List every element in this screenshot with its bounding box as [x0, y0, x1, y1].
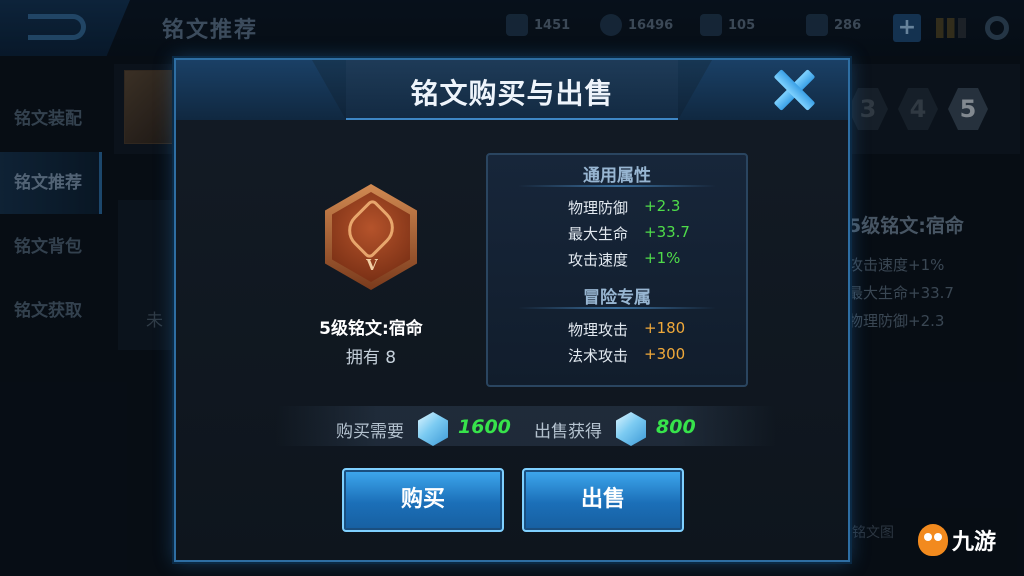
close-icon[interactable]: [772, 68, 816, 112]
watermark: 九游: [918, 524, 996, 556]
divider: [518, 307, 716, 309]
general-stats-title: 通用属性: [583, 166, 651, 186]
rune-owned-count: 拥有 8: [345, 348, 397, 368]
stat-value: +33.7: [644, 223, 690, 241]
rune-stats-panel: 通用属性 物理防御 +2.3 最大生命 +33.7 攻击速度 +1% 冒险专属 …: [486, 153, 748, 387]
stat-value: +2.3: [644, 197, 681, 215]
buy-button[interactable]: 购买: [342, 468, 504, 532]
rune-trade-dialog: 铭文购买与出售 V 5级铭文:宿命 拥有 8 通用属性 物理防御 +2.3 最大…: [174, 58, 850, 562]
stat-row: 物理防御 +2.3: [488, 197, 746, 219]
buy-price-value: 1600: [458, 416, 511, 438]
rune-name: 5级铭文:宿命: [319, 319, 423, 339]
stat-label: 攻击速度: [567, 251, 628, 269]
stat-value: +180: [644, 319, 686, 337]
stat-value: +1%: [644, 249, 681, 267]
sell-price-label: 出售获得: [534, 422, 602, 442]
adventure-stats-title: 冒险专属: [583, 288, 651, 308]
stat-label: 最大生命: [567, 225, 628, 243]
stat-row: 攻击速度 +1%: [488, 249, 746, 271]
stat-label: 物理攻击: [567, 321, 628, 339]
divider: [518, 185, 716, 187]
rune-level-numeral: V: [366, 256, 378, 274]
dialog-header: 铭文购买与出售: [176, 60, 848, 120]
dialog-title: 铭文购买与出售: [410, 77, 614, 110]
buy-price-label: 购买需要: [336, 422, 404, 442]
stat-label: 法术攻击: [567, 347, 628, 365]
sell-price-value: 800: [656, 416, 696, 438]
stat-label: 物理防御: [567, 199, 628, 217]
sell-button[interactable]: 出售: [522, 468, 684, 532]
stat-value: +300: [644, 345, 686, 363]
mascot-logo-icon: [918, 524, 948, 556]
stat-row: 法术攻击 +300: [488, 345, 746, 367]
watermark-text: 九游: [952, 530, 997, 555]
stat-row: 物理攻击 +180: [488, 319, 746, 341]
stat-row: 最大生命 +33.7: [488, 223, 746, 245]
